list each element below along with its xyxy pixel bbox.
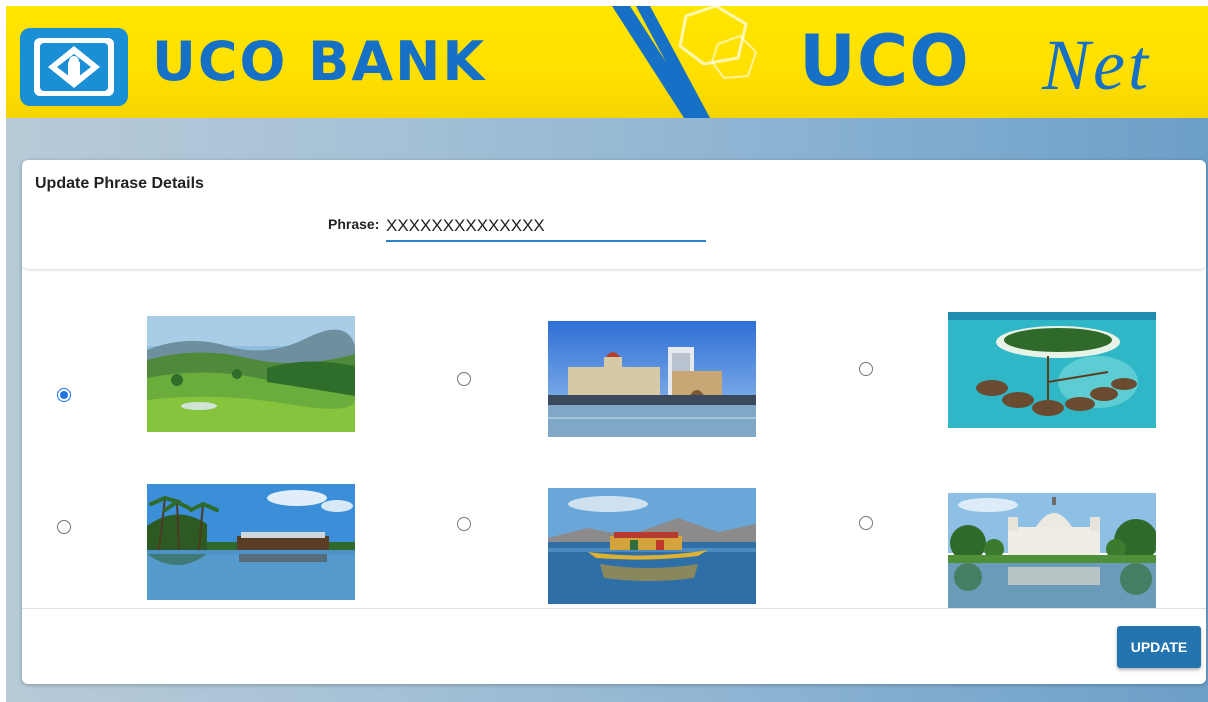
card-title: Update Phrase Details [35, 175, 204, 192]
banner-decoration [612, 6, 758, 118]
net-brand-uco: UCO [799, 20, 970, 102]
net-brand-net: Net [1042, 25, 1151, 105]
update-phrase-card: Update Phrase Details Phrase: XXXXXXXXXX… [22, 160, 1206, 684]
phrase-label: Phrase: [328, 216, 380, 232]
image-hills-tea-garden[interactable] [147, 316, 355, 432]
radio-image-3[interactable] [859, 362, 873, 376]
radio-image-4[interactable] [57, 520, 71, 534]
image-gateway-of-india[interactable] [548, 321, 756, 437]
phrase-input[interactable] [386, 212, 706, 242]
radio-image-1[interactable] [57, 388, 71, 402]
radio-image-2[interactable] [457, 372, 471, 386]
uco-logo-icon [20, 28, 128, 106]
radio-image-5[interactable] [457, 517, 471, 531]
update-button[interactable]: UPDATE [1117, 626, 1201, 668]
card-header: Update Phrase Details Phrase: [22, 160, 1206, 270]
image-dal-lake-shikara[interactable] [548, 488, 756, 604]
card-footer [22, 608, 1206, 684]
image-island-water-villas[interactable] [948, 312, 1156, 428]
bank-name: UCO BANK [152, 30, 487, 93]
image-kerala-houseboat[interactable] [147, 484, 355, 600]
radio-image-6[interactable] [859, 516, 873, 530]
header-banner: UCO BANK UCO Net [6, 6, 1208, 118]
image-victoria-memorial[interactable] [948, 493, 1156, 609]
image-grid [22, 270, 1206, 609]
